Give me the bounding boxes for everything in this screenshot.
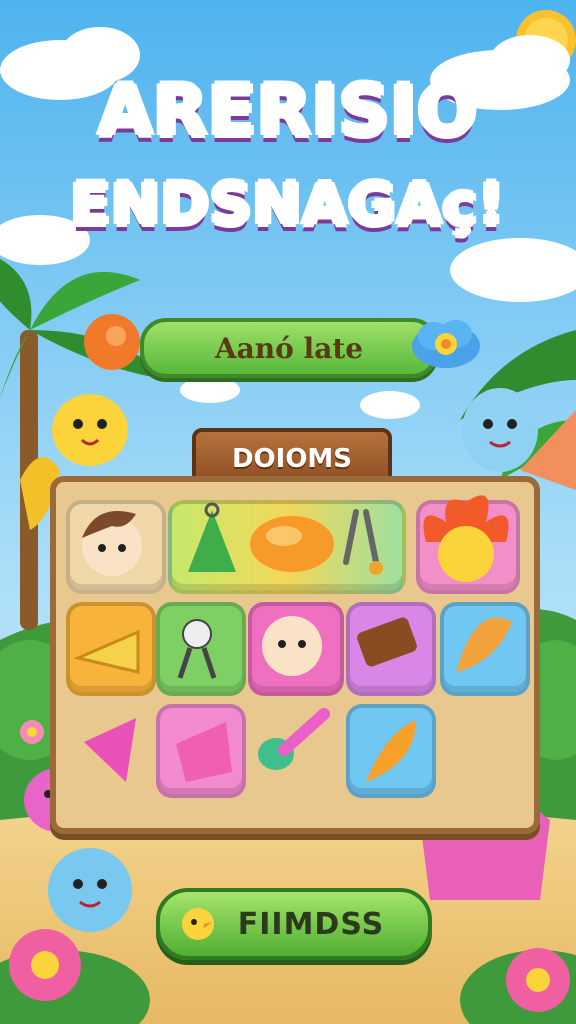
flower-cloud-button[interactable]: [410, 314, 482, 372]
pink-cone-icon: [84, 718, 136, 782]
subtitle-text: Aanó late: [214, 331, 364, 365]
mango-icon: [250, 516, 334, 572]
paint-brush-icon: [258, 708, 330, 770]
robot-figure-icon: [177, 619, 217, 679]
game-title-line1: ARERISIO: [98, 70, 478, 152]
baby-face-icon: [262, 616, 322, 676]
orange-bird-decor: [84, 314, 140, 370]
flame-spirit-icon: [423, 495, 509, 582]
game-board: [50, 476, 540, 834]
play-button[interactable]: FIIMDSS: [156, 888, 432, 960]
chocolate-bar-icon: [357, 617, 417, 667]
game-title-line2: ENDSNAGAç!: [70, 170, 506, 238]
feather-paint-icon: [456, 617, 512, 672]
board-icons: [73, 495, 512, 782]
pink-flower-icon: [506, 948, 570, 1012]
pink-bag-icon: [176, 722, 232, 782]
pink-flower-icon: [9, 929, 81, 1001]
board-sign-text: DOIOMS: [231, 444, 353, 474]
cheese-slice-icon: [73, 629, 140, 674]
small-flower-icon: [20, 720, 44, 744]
subtitle-banner: Aanó late: [140, 318, 438, 378]
tongs-icon: [343, 509, 383, 575]
orange-leaf-icon: [366, 720, 416, 782]
blue-blob-character: [48, 848, 132, 932]
flower-cloud-icon: [412, 320, 480, 368]
chick-icon: [182, 908, 214, 940]
play-button-label: FIIMDSS: [237, 906, 385, 942]
triangle-bag-icon: [188, 502, 236, 572]
chibi-face-icon: [82, 511, 142, 576]
